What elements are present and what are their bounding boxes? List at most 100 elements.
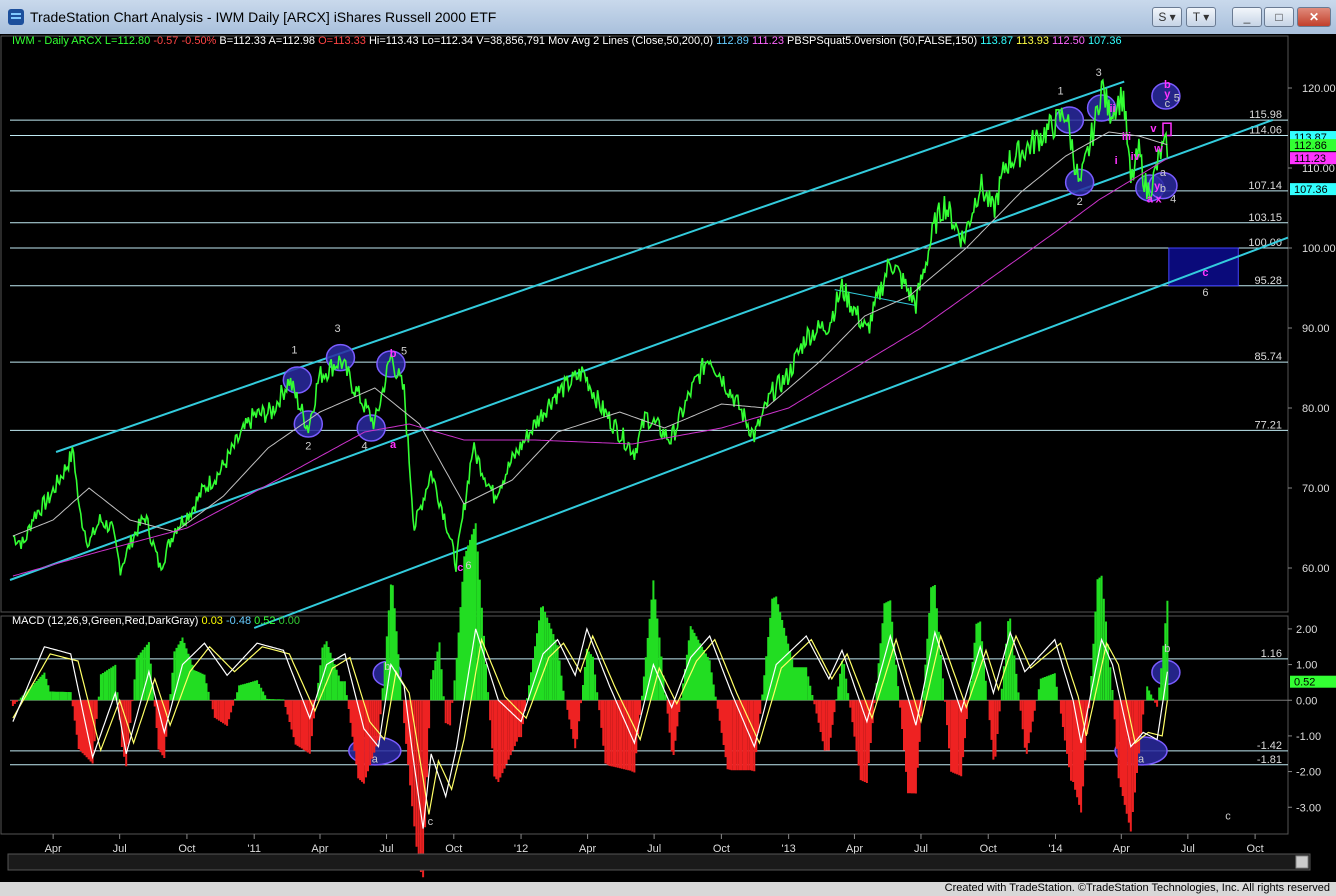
horizontal-scrollbar[interactable] — [7, 853, 1311, 871]
maximize-icon: □ — [1275, 10, 1283, 24]
header-study2-value: 113.87 — [980, 35, 1016, 47]
wave-label: 5 — [401, 345, 407, 357]
header-symbol: IWM - Daily — [12, 35, 71, 47]
header-study2-value: 113.93 — [1016, 35, 1052, 47]
x-axis-tick-label: Jul — [647, 843, 661, 855]
wave-label: 3 — [1096, 67, 1102, 79]
ma50-line — [12, 131, 1168, 537]
macd-y-tick-label: 0.00 — [1296, 695, 1317, 707]
x-axis-tick-label: Apr — [45, 843, 62, 855]
wave-label: a — [390, 439, 397, 451]
header-change: -0.57 — [153, 35, 181, 47]
wave-label: i — [1115, 155, 1118, 167]
macd-wave-label: a — [372, 754, 379, 766]
price-y-tick-label: 70.00 — [1302, 483, 1330, 495]
chart-title: IWM Daily [ARCX] iShares Russell 2000 ET… — [215, 9, 497, 25]
header-last: L=112.80 — [105, 35, 153, 47]
wave-label: a — [1147, 193, 1154, 205]
header-study2-value: 107.36 — [1088, 35, 1122, 47]
macd-level-label: 1.16 — [1261, 648, 1282, 660]
header-study2-value: 112.50 — [1052, 35, 1088, 47]
macd-y-tick-label: -2.00 — [1296, 767, 1321, 779]
wave-label: c — [1165, 98, 1171, 110]
x-axis-tick-label: Jul — [1181, 843, 1195, 855]
trend-channel-line — [253, 236, 1289, 629]
x-axis-tick-label: Oct — [1247, 843, 1264, 855]
tools-menu-button[interactable]: T ▾ — [1186, 7, 1216, 27]
close-button[interactable]: ✕ — [1297, 7, 1331, 27]
footer-credit: Created with TradeStation. ©TradeStation… — [944, 882, 1330, 894]
wave-label: c — [457, 562, 463, 574]
price-y-tick-label: 60.00 — [1302, 563, 1330, 575]
header-volume: V=38,856,791 — [476, 35, 548, 47]
macd-header-value: 0.00 — [279, 615, 300, 627]
minimize-button[interactable]: _ — [1232, 7, 1262, 27]
price-y-tick-label: 80.00 — [1302, 403, 1330, 415]
header-low: Lo=112.34 — [422, 35, 477, 47]
header-ask: A=112.98 — [268, 35, 318, 47]
price-value-tag: 112.86 — [1294, 140, 1327, 152]
x-axis-tick-label: Apr — [311, 843, 328, 855]
wave-label: 1 — [291, 345, 297, 357]
header-study1: Mov Avg 2 Lines (Close,50,200,0) — [548, 35, 716, 47]
x-axis-tick-label: '13 — [781, 843, 795, 855]
header-open: O=113.33 — [318, 35, 369, 47]
wave-label: v — [1150, 123, 1157, 135]
x-axis-tick-label: Oct — [980, 843, 997, 855]
wave-label: 2 — [305, 441, 311, 453]
close-icon: ✕ — [1308, 10, 1320, 24]
macd-level-label: -1.42 — [1257, 740, 1282, 752]
x-axis-tick-label: Oct — [445, 843, 462, 855]
header-high: Hi=113.43 — [369, 35, 422, 47]
header-study2: PBSPSquat5.0version (50,FALSE,150) — [787, 35, 980, 47]
macd-header-value: -0.48 — [226, 615, 254, 627]
macd-header-value: 0.52 — [254, 615, 278, 627]
tradestation-app-icon — [8, 9, 24, 25]
wave-label: x — [1156, 193, 1163, 205]
target-small-box — [1162, 122, 1172, 137]
wave-label: 6 — [1202, 287, 1208, 299]
price-y-tick-label: 120.00 — [1302, 83, 1336, 95]
header-study1-value: 112.89 — [716, 35, 752, 47]
x-axis-tick-label: Jul — [914, 843, 928, 855]
x-axis-tick-label: '11 — [247, 843, 261, 855]
price-level-label: 115.98 — [1249, 109, 1282, 121]
wave-label: 4 — [1170, 193, 1176, 205]
header-change-pct: -0.50% — [181, 35, 219, 47]
price-header-text: IWM - Daily ARCX L=112.80 -0.57 -0.50% B… — [12, 35, 1122, 47]
macd-y-tick-label: 1.00 — [1296, 660, 1317, 672]
wave-label: iv — [1131, 151, 1141, 163]
wave-label: 2 — [1077, 196, 1083, 208]
symbol-link-label: S — [1158, 10, 1167, 24]
symbol-link-button[interactable]: S ▾ — [1152, 7, 1182, 27]
macd-y-tick-label: -3.00 — [1296, 802, 1321, 814]
wave-label: 3 — [334, 323, 340, 335]
price-level-label: 103.15 — [1248, 212, 1282, 224]
price-level-label: 107.14 — [1248, 180, 1282, 192]
wave-highlight-ellipse — [1064, 168, 1095, 197]
window-titlebar: TradeStation Chart Analysis - IWM Daily … — [0, 0, 1336, 35]
wave-label: 5 — [1174, 93, 1180, 105]
maximize-button[interactable]: □ — [1264, 7, 1294, 27]
price-level-label: 95.28 — [1254, 275, 1282, 287]
macd-header-value: 0.03 — [202, 615, 226, 627]
tools-menu-label: T — [1192, 10, 1200, 24]
title-separator: - — [203, 9, 216, 25]
price-level-label: 77.21 — [1254, 419, 1282, 431]
macd-wave-label: b — [1164, 643, 1170, 655]
x-axis-tick-label: Apr — [579, 843, 596, 855]
wave-label: 1 — [1058, 85, 1064, 97]
wave-label: a — [1160, 167, 1167, 179]
x-axis-tick-label: Apr — [846, 843, 863, 855]
wave-label: ii — [1109, 103, 1115, 115]
macd-value-tag: 0.52 — [1294, 677, 1315, 689]
wave-label: 6 — [465, 560, 471, 572]
x-axis-tick-label: Jul — [113, 843, 127, 855]
scrollbar-right-thumb[interactable] — [1295, 855, 1309, 869]
macd-header-study: MACD (12,26,9,Green,Red,DarkGray) — [12, 615, 202, 627]
price-level-label: 85.74 — [1254, 351, 1282, 363]
macd-header-text: MACD (12,26,9,Green,Red,DarkGray) 0.03 -… — [12, 615, 300, 627]
chart-canvas[interactable]: 60.0070.0080.0090.00100.00110.00120.002.… — [0, 34, 1336, 882]
macd-y-tick-label: -1.00 — [1296, 731, 1321, 743]
wave-label: b — [1160, 183, 1166, 195]
